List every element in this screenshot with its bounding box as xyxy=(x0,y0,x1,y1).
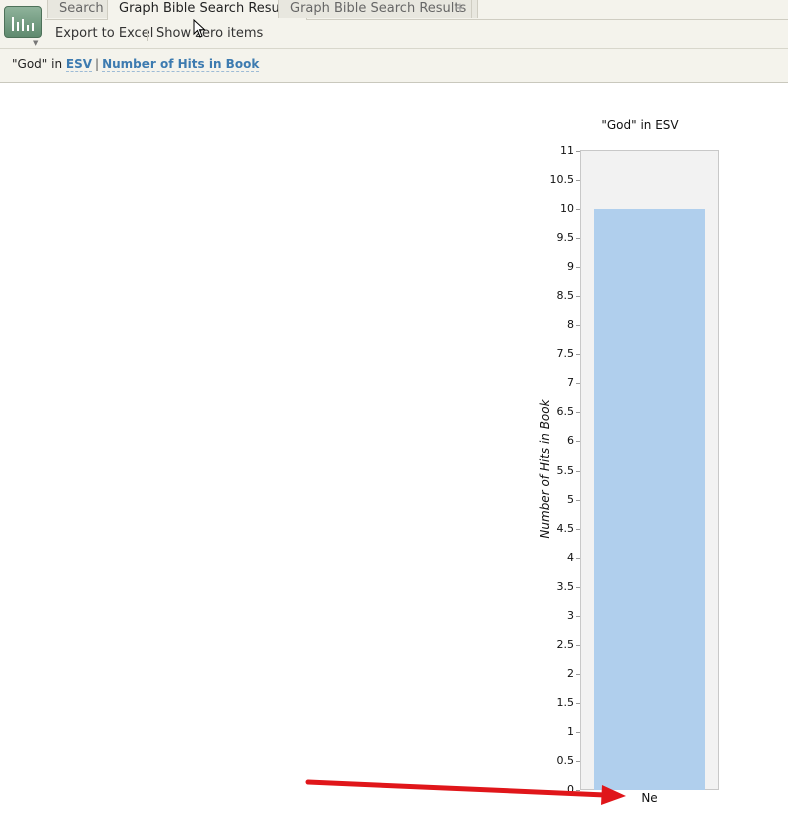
y-tick-mark xyxy=(576,354,580,356)
y-tick-label: 6 xyxy=(567,434,574,448)
y-tick-mark xyxy=(576,238,580,240)
y-tick-mark xyxy=(576,296,580,298)
x-category-label: Ne xyxy=(641,791,658,805)
tab-search[interactable]: Search xyxy=(47,0,116,18)
y-tick-label: 1 xyxy=(567,724,574,738)
y-tick-mark xyxy=(576,615,580,617)
y-tick-label: 10 xyxy=(560,202,574,216)
add-tab-button[interactable]: + xyxy=(449,0,472,18)
chrome-divider xyxy=(0,48,788,49)
y-tick-label: 6.5 xyxy=(556,405,575,419)
y-tick-mark xyxy=(576,760,580,762)
breadcrumb: "God" in ESV | Number of Hits in Book xyxy=(12,57,260,72)
breadcrumb-query: "God" in xyxy=(12,57,63,71)
breadcrumb-separator: | xyxy=(95,57,100,71)
y-tick-label: 5.5 xyxy=(556,463,575,477)
y-tick-mark xyxy=(576,586,580,588)
chart-title: "God" in ESV xyxy=(601,118,679,132)
y-tick-label: 4.5 xyxy=(556,521,575,535)
y-tick-mark xyxy=(576,383,580,385)
y-tick-label: 4 xyxy=(567,550,574,564)
y-tick-label: 11 xyxy=(560,144,574,157)
y-tick-mark xyxy=(576,267,580,269)
toolbar: Export to Excel Show zero items xyxy=(45,20,788,48)
y-tick-mark xyxy=(576,151,580,152)
y-tick-label: 3 xyxy=(567,608,574,622)
bar-ne[interactable] xyxy=(594,209,705,790)
y-tick-mark xyxy=(576,325,580,327)
mouse-cursor-icon xyxy=(193,19,206,38)
show-zero-items-toggle[interactable]: Show zero items xyxy=(156,26,263,41)
y-tick-mark xyxy=(576,499,580,501)
y-tick-mark xyxy=(576,528,580,530)
red-annotation-arrow-icon xyxy=(305,779,626,805)
y-tick-mark xyxy=(576,180,580,182)
y-tick-label: 5 xyxy=(567,492,574,506)
y-tick-label: 7.5 xyxy=(556,347,575,361)
y-tick-mark xyxy=(576,673,580,675)
y-tick-mark xyxy=(576,557,580,559)
y-tick-label: 7 xyxy=(567,376,574,390)
tab-strip: Search Graph Bible Search Results Graph … xyxy=(45,0,788,20)
y-tick-label: 8.5 xyxy=(556,289,575,303)
y-tick-label: 1.5 xyxy=(556,695,575,709)
panel-menu-icon[interactable]: ▼ xyxy=(33,39,38,47)
version-selector-link[interactable]: ESV xyxy=(65,57,93,72)
y-tick-mark xyxy=(576,441,580,443)
y-tick-label: 9 xyxy=(567,260,574,274)
metric-selector-link[interactable]: Number of Hits in Book xyxy=(102,57,260,72)
y-tick-label: 10.5 xyxy=(549,173,575,187)
y-tick-label: 2 xyxy=(567,666,574,680)
y-tick-label: 2.5 xyxy=(556,637,575,651)
y-tick-mark xyxy=(576,644,580,646)
export-to-excel-button[interactable]: Export to Excel xyxy=(55,26,153,41)
y-tick-label: 0.5 xyxy=(556,753,575,767)
toolbar-divider xyxy=(147,29,148,41)
y-tick-label: 8 xyxy=(567,318,574,332)
y-tick-label: 9.5 xyxy=(556,231,575,245)
y-tick-label: 3.5 xyxy=(556,579,575,593)
graph-app-icon[interactable] xyxy=(4,6,42,38)
y-tick-mark xyxy=(576,470,580,472)
y-tick-mark xyxy=(576,731,580,733)
y-tick-mark xyxy=(576,209,580,211)
y-tick-mark xyxy=(576,702,580,704)
y-tick-mark xyxy=(576,412,580,414)
